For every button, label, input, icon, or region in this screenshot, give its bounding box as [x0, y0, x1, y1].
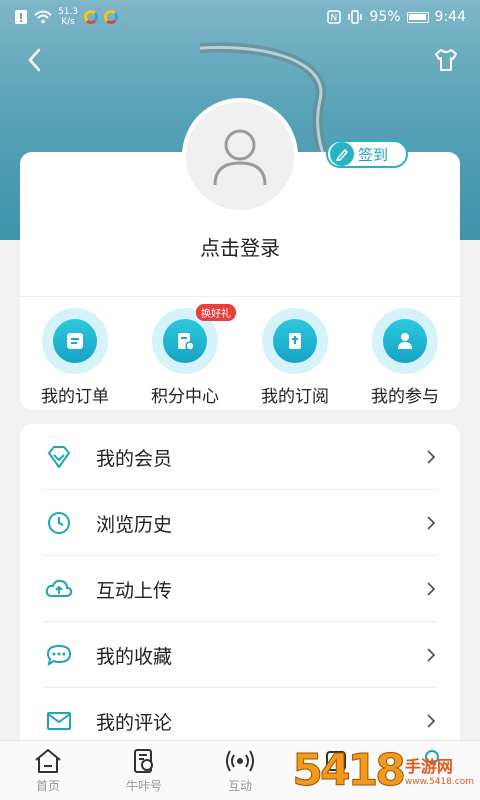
diamond-icon	[48, 446, 70, 468]
tab-label: 首页	[35, 779, 60, 793]
watermark-url: www.5418.com	[404, 777, 474, 787]
status-bar: 51.3 K/s N 95% 9:44	[0, 0, 480, 34]
app-notification-icon	[104, 10, 119, 24]
app-notification-icon	[84, 10, 99, 24]
quick-item-participation[interactable]: 我的参与	[350, 304, 460, 408]
menu-list: 我的会员 浏览历史 互动上传 我的收藏 我的评论	[20, 424, 460, 764]
alert-icon	[15, 10, 27, 24]
tab-niuka[interactable]: 牛咔号	[96, 741, 192, 800]
chevron-right-icon	[427, 648, 436, 662]
person-icon	[398, 333, 412, 349]
battery-percent: 95%	[369, 9, 401, 25]
quick-item-subscriptions[interactable]: 我的订阅	[240, 304, 350, 408]
mail-icon	[47, 712, 71, 730]
skin-shirt-icon[interactable]	[432, 46, 460, 74]
chat-icon	[46, 644, 72, 667]
menu-item-label: 我的会员	[96, 447, 173, 470]
quick-item-label: 我的订阅	[261, 387, 329, 407]
clock-time: 9:44	[434, 9, 466, 25]
pen-icon	[330, 142, 354, 166]
clock-icon	[48, 512, 70, 534]
quick-item-orders[interactable]: 我的订单	[20, 304, 130, 408]
signin-label: 签到	[358, 145, 389, 164]
back-arrow-icon[interactable]	[22, 46, 50, 74]
login-link[interactable]: 点击登录	[0, 232, 480, 261]
tab-label: 牛咔号	[125, 779, 162, 793]
watermark-text: 手游网	[404, 757, 453, 776]
watermark-number: 5418	[292, 744, 406, 796]
chevron-right-icon	[427, 516, 436, 530]
points-icon	[178, 333, 195, 351]
quick-item-label: 积分中心	[151, 387, 219, 407]
doc-icon	[134, 749, 153, 773]
svg-text:N: N	[331, 14, 338, 24]
network-speed: 51.3 K/s	[58, 7, 79, 27]
chevron-right-icon	[427, 714, 436, 728]
tab-label: 互动	[227, 779, 252, 793]
menu-item-upload[interactable]: 互动上传	[20, 556, 460, 622]
menu-item-label: 浏览历史	[96, 513, 173, 536]
menu-item-history[interactable]: 浏览历史	[20, 490, 460, 556]
quick-item-label: 我的订单	[41, 387, 109, 407]
wifi-icon	[34, 10, 52, 24]
vibrate-icon	[348, 10, 363, 24]
bookmark-icon	[289, 333, 301, 349]
broadcast-icon	[226, 750, 254, 772]
quick-item-label: 我的参与	[371, 387, 439, 407]
top-bar	[0, 42, 480, 78]
divider	[20, 296, 460, 297]
cloud-upload-icon	[45, 579, 73, 597]
quick-item-points[interactable]: 换好礼 积分中心	[130, 304, 240, 408]
menu-item-membership[interactable]: 我的会员	[20, 424, 460, 490]
tab-home[interactable]: 首页	[0, 741, 96, 800]
quick-actions: 我的订单 换好礼 积分中心 我的订阅 我的参与	[20, 304, 460, 408]
battery-icon	[406, 11, 429, 23]
chevron-right-icon	[427, 450, 436, 464]
menu-item-favorites[interactable]: 我的收藏	[20, 622, 460, 688]
nfc-icon: N	[327, 10, 342, 24]
user-placeholder-icon	[213, 129, 267, 186]
avatar[interactable]	[182, 98, 298, 214]
order-icon	[67, 333, 83, 349]
reward-badge: 换好礼	[196, 304, 236, 321]
chevron-right-icon	[427, 582, 436, 596]
menu-item-label: 我的评论	[96, 711, 173, 734]
menu-item-label: 互动上传	[96, 579, 173, 602]
menu-item-label: 我的收藏	[96, 645, 173, 668]
watermark-logo: 5418 手游网 www.5418.com	[292, 740, 480, 800]
home-icon	[35, 749, 61, 773]
signin-button[interactable]: 签到	[326, 140, 408, 168]
tab-interact[interactable]: 互动	[192, 741, 288, 800]
